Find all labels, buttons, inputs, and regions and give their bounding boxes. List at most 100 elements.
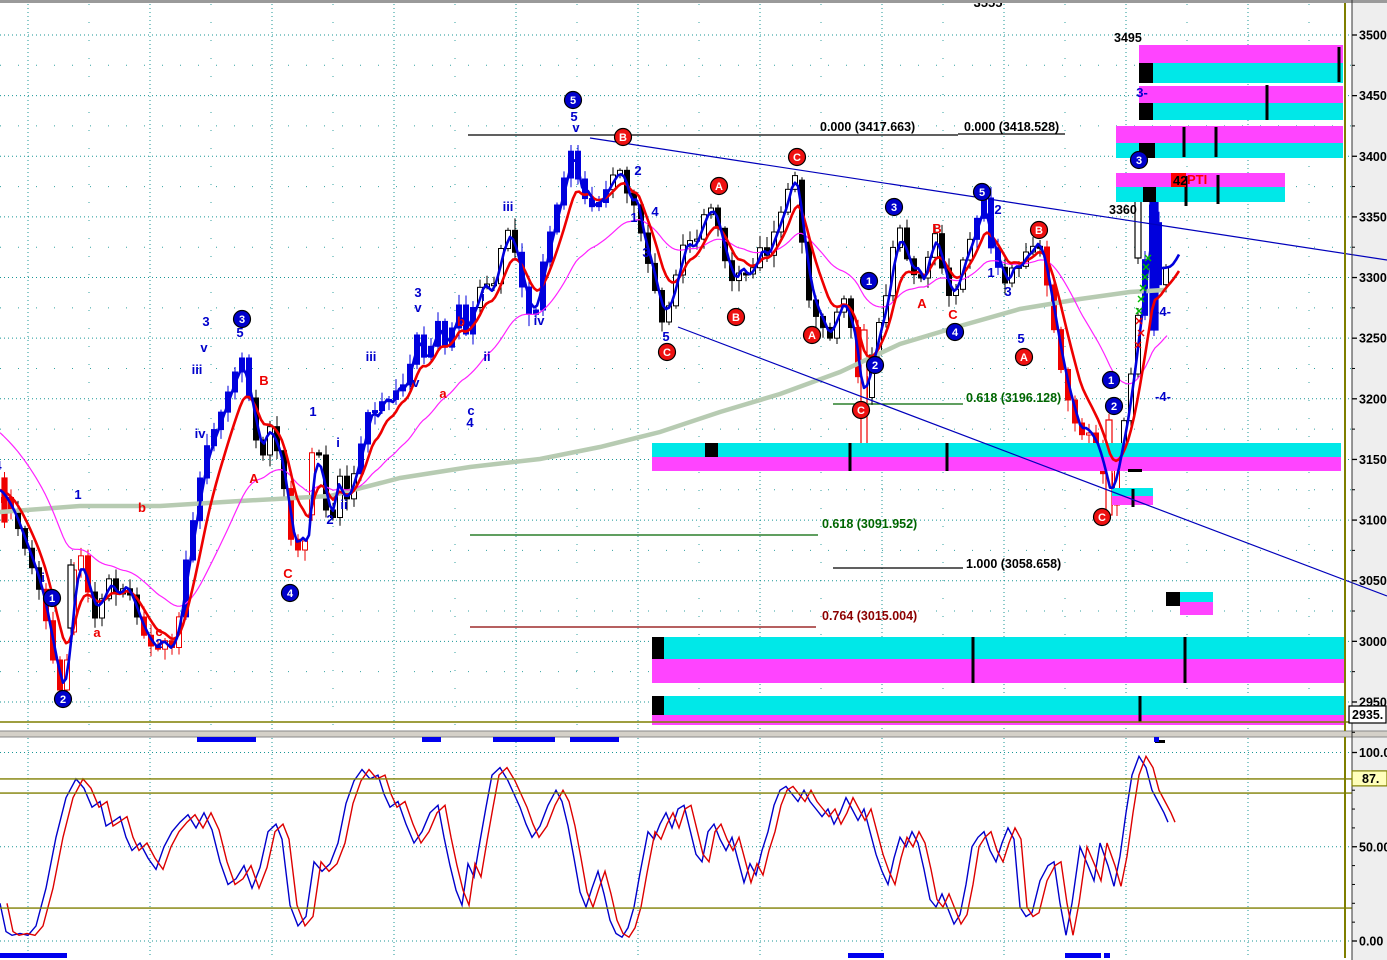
wave-label-blue: 1 <box>309 404 316 419</box>
band-marker-box <box>652 696 664 715</box>
wave-label-blue: 5 <box>662 329 669 344</box>
wave-label-blue: v <box>414 300 422 315</box>
price-axis-label: 3250 <box>1359 332 1387 346</box>
projection-band <box>652 659 1345 683</box>
wave-label-blue: 2 <box>994 202 1001 217</box>
signal-bar <box>493 737 555 742</box>
projection-band <box>1139 86 1343 103</box>
wave-label-blue: 4 <box>466 415 474 430</box>
wave-circle-label: A <box>808 330 816 342</box>
price-axis-label: 3200 <box>1359 392 1387 406</box>
wave-circle-label: A <box>715 181 723 193</box>
wave-label-blue: iii <box>503 199 514 214</box>
fib-label: 1.000 (3058.658) <box>966 557 1061 571</box>
osc-value-label: 87. <box>1362 772 1379 786</box>
band-marker-box <box>1166 592 1180 606</box>
osc-axis-label: 100.0 <box>1359 746 1387 760</box>
wave-label-blue: i <box>41 570 45 585</box>
fib-label: 0.000 (3418.528) <box>964 120 1059 134</box>
wave-label-blue: ii <box>483 349 490 364</box>
candle-body <box>302 540 308 551</box>
wave-circle-label: 5 <box>570 95 576 107</box>
projection-band <box>1139 45 1343 63</box>
band-marker-box <box>1143 187 1156 202</box>
band-marker-box <box>705 443 718 457</box>
wave-label-blue: 2 <box>326 512 333 527</box>
price-axis-strip <box>1352 0 1387 960</box>
wave-label-red: A <box>249 471 259 486</box>
price-axis-label: 3000 <box>1359 635 1387 649</box>
wave-circle-label: 1 <box>866 276 872 288</box>
last-price-label: 2935. <box>1352 708 1383 722</box>
wave-circle-label: 4 <box>952 327 959 339</box>
wave-label-blue: iv <box>195 426 207 441</box>
signal-bar <box>1065 953 1101 958</box>
wave-label-blue: 3 <box>414 285 421 300</box>
candle-body <box>1 477 8 523</box>
wave-label-blue: 3- <box>1136 85 1148 100</box>
wave-label-red: B <box>932 221 941 236</box>
wave-label-blue: iv <box>534 313 546 328</box>
wave-circle-label: 2 <box>1111 401 1117 413</box>
price-axis-label: 3500 <box>1359 29 1387 43</box>
wave-label-blue: 5 <box>1017 331 1024 346</box>
wave-circle-label: A <box>1020 352 1028 364</box>
wave-circle-label: 2 <box>60 694 66 706</box>
wave-label-blue: v <box>200 340 208 355</box>
pti-chip-value: 42 <box>1173 173 1187 188</box>
wave-label-blue: 3 <box>642 245 649 260</box>
wave-label-blue: i <box>336 435 340 450</box>
projection-band <box>652 637 1345 659</box>
osc-axis-label: 50.00 <box>1359 840 1387 854</box>
candle-body <box>1163 266 1169 286</box>
projection-band <box>652 443 1341 457</box>
candle-body <box>267 426 273 456</box>
wave-circle-label: 5 <box>979 187 985 199</box>
band-marker-box <box>652 637 664 659</box>
wave-label-blue: v <box>572 120 580 135</box>
wave-circle-label: B <box>732 312 740 324</box>
projection-band <box>1180 592 1213 602</box>
panel-separator[interactable] <box>0 731 1387 737</box>
wave-circle-label: C <box>1098 512 1106 524</box>
price-axis-label: 3450 <box>1359 89 1387 103</box>
wave-label-blue: -4- <box>1155 389 1171 404</box>
candle-body <box>78 555 84 571</box>
wave-circle-label: B <box>1035 225 1043 237</box>
wave-circle-label: 3 <box>891 202 897 214</box>
wave-label-red: B <box>259 373 268 388</box>
fib-label: 0.618 (3196.128) <box>966 391 1061 405</box>
signal-bar <box>1154 737 1159 742</box>
price-axis-label: 3150 <box>1359 453 1387 467</box>
wave-label-blue: 4 <box>651 204 659 219</box>
wave-label-blue: -4- <box>1155 304 1171 319</box>
wave-label-red: b <box>457 314 465 329</box>
wave-label-blue: 3 <box>1004 284 1011 299</box>
wave-label-red: C <box>948 307 958 322</box>
signal-bar <box>1104 953 1110 958</box>
projection-band <box>1139 63 1343 83</box>
fib-label: 0.000 (3417.663) <box>820 120 915 134</box>
band-marker-box <box>1139 103 1153 120</box>
wave-circle-label: 4 <box>287 588 294 600</box>
wave-label-red: a <box>93 625 101 640</box>
wave-circle-label: 1 <box>1108 375 1114 387</box>
price-axis-label: 3300 <box>1359 271 1387 285</box>
projection-band <box>652 715 1345 725</box>
wave-circle-label: C <box>857 405 865 417</box>
wave-label-blue: iii <box>366 349 377 364</box>
wave-circle-label: C <box>793 152 801 164</box>
window-top-edge <box>0 0 1387 3</box>
wave-circle-label: 3 <box>1136 155 1142 167</box>
wave-label-red: a <box>439 386 447 401</box>
wave-label-red: A <box>917 296 927 311</box>
wave-label-blue: i <box>481 289 485 304</box>
price-tag: 3360 <box>1109 203 1137 217</box>
signal-bar <box>570 737 619 742</box>
price-axis-label: 3050 <box>1359 574 1387 588</box>
wave-label-blue: 3 <box>202 314 209 329</box>
pti-label: PTI <box>1187 172 1207 187</box>
price-axis-label: 3100 <box>1359 514 1387 528</box>
wave-label-blue: 1 <box>630 210 637 225</box>
signal-bar <box>0 953 67 958</box>
